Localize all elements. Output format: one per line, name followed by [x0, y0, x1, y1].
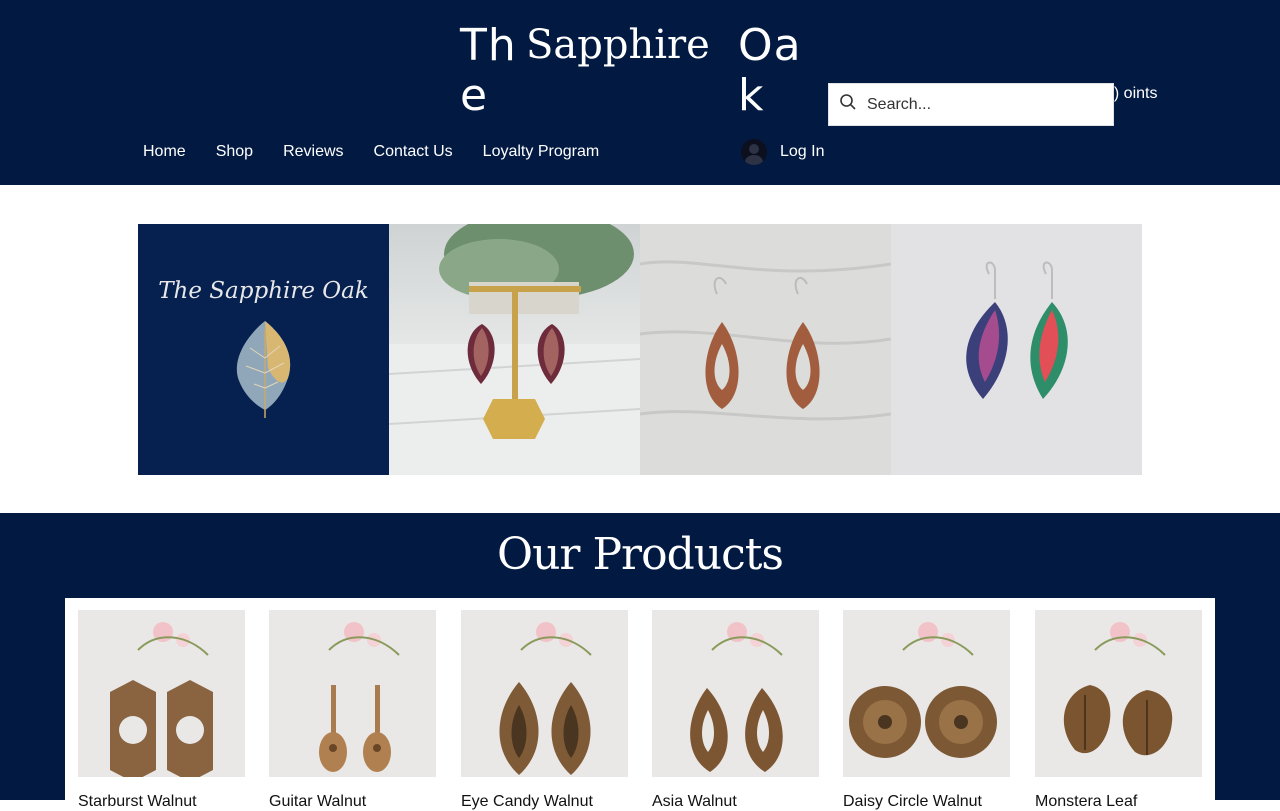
login-button[interactable]: Log In	[741, 139, 824, 165]
product-card[interactable]: Guitar Walnut	[269, 610, 436, 811]
site-title-part-3[interactable]: Oa k	[738, 21, 804, 121]
site-title-part-1[interactable]: Th e	[460, 21, 522, 121]
nav-item-reviews[interactable]: Reviews	[283, 143, 343, 161]
gallery-tile-teardrop[interactable]	[640, 224, 891, 475]
product-card[interactable]: Starburst Walnut	[78, 610, 245, 811]
product-name[interactable]: Starburst Walnut	[78, 793, 245, 811]
daisy-circle-earrings-icon	[849, 622, 997, 758]
user-avatar-icon	[741, 139, 767, 165]
nav-item-home[interactable]: Home	[143, 143, 186, 161]
rainbow-leaf-earrings-image	[966, 261, 1068, 399]
hero-gallery: The Sapphire Oak	[138, 224, 1142, 475]
monstera-leaf-earrings-icon	[1063, 622, 1173, 756]
login-label: Log In	[780, 143, 825, 160]
products-section: Our Products Starburst Walnut Guitar Wal…	[0, 513, 1280, 810]
product-card[interactable]: Daisy Circle Walnut	[843, 610, 1010, 811]
site-title-part-2[interactable]: Sapphire	[526, 20, 710, 70]
search-input[interactable]	[867, 95, 1107, 114]
earrings-on-stand-image	[389, 224, 640, 475]
product-card[interactable]: Eye Candy Walnut	[461, 610, 628, 811]
product-image[interactable]	[461, 610, 628, 777]
gallery-tile-rainbow-leaf[interactable]	[891, 224, 1142, 475]
gallery-tile-brand[interactable]: The Sapphire Oak	[138, 224, 389, 475]
product-card[interactable]: Asia Walnut	[652, 610, 819, 811]
product-name[interactable]: Asia Walnut	[652, 793, 819, 811]
search-icon	[839, 93, 857, 116]
product-name[interactable]: Daisy Circle Walnut	[843, 793, 1010, 811]
guitar-earrings-icon	[319, 622, 400, 772]
product-name[interactable]: Guitar Walnut	[269, 793, 436, 811]
product-image[interactable]	[843, 610, 1010, 777]
asia-earrings-icon	[690, 622, 783, 772]
gallery-tile-display-stand[interactable]	[389, 224, 640, 475]
product-image[interactable]	[269, 610, 436, 777]
search-bar[interactable]	[828, 83, 1114, 126]
products-heading: Our Products	[497, 529, 784, 580]
product-name[interactable]: Eye Candy Walnut	[461, 793, 628, 811]
starburst-earrings-icon	[110, 622, 213, 777]
product-image[interactable]	[78, 610, 245, 777]
nav-item-contact-us[interactable]: Contact Us	[374, 143, 453, 161]
product-image[interactable]	[1035, 610, 1202, 777]
teardrop-earrings-image	[640, 260, 891, 421]
leaf-logo-icon	[236, 321, 291, 418]
product-name[interactable]: Monstera Leaf	[1035, 793, 1202, 811]
nav-item-loyalty-program[interactable]: Loyalty Program	[483, 143, 600, 161]
main-nav: Home Shop Reviews Contact Us Loyalty Pro…	[143, 143, 629, 161]
eye-candy-earrings-icon	[499, 622, 592, 775]
loyalty-points-label[interactable]: 0) oints	[1105, 84, 1165, 103]
product-image[interactable]	[652, 610, 819, 777]
nav-item-shop[interactable]: Shop	[216, 143, 253, 161]
products-grid: Starburst Walnut Guitar Walnut Eye Candy…	[65, 598, 1215, 811]
brand-logo-text: The Sapphire Oak	[158, 278, 369, 304]
product-card[interactable]: Monstera Leaf	[1035, 610, 1202, 811]
site-header: Th e Sapphire Oa k 0) oints Home Shop Re…	[0, 0, 1280, 185]
